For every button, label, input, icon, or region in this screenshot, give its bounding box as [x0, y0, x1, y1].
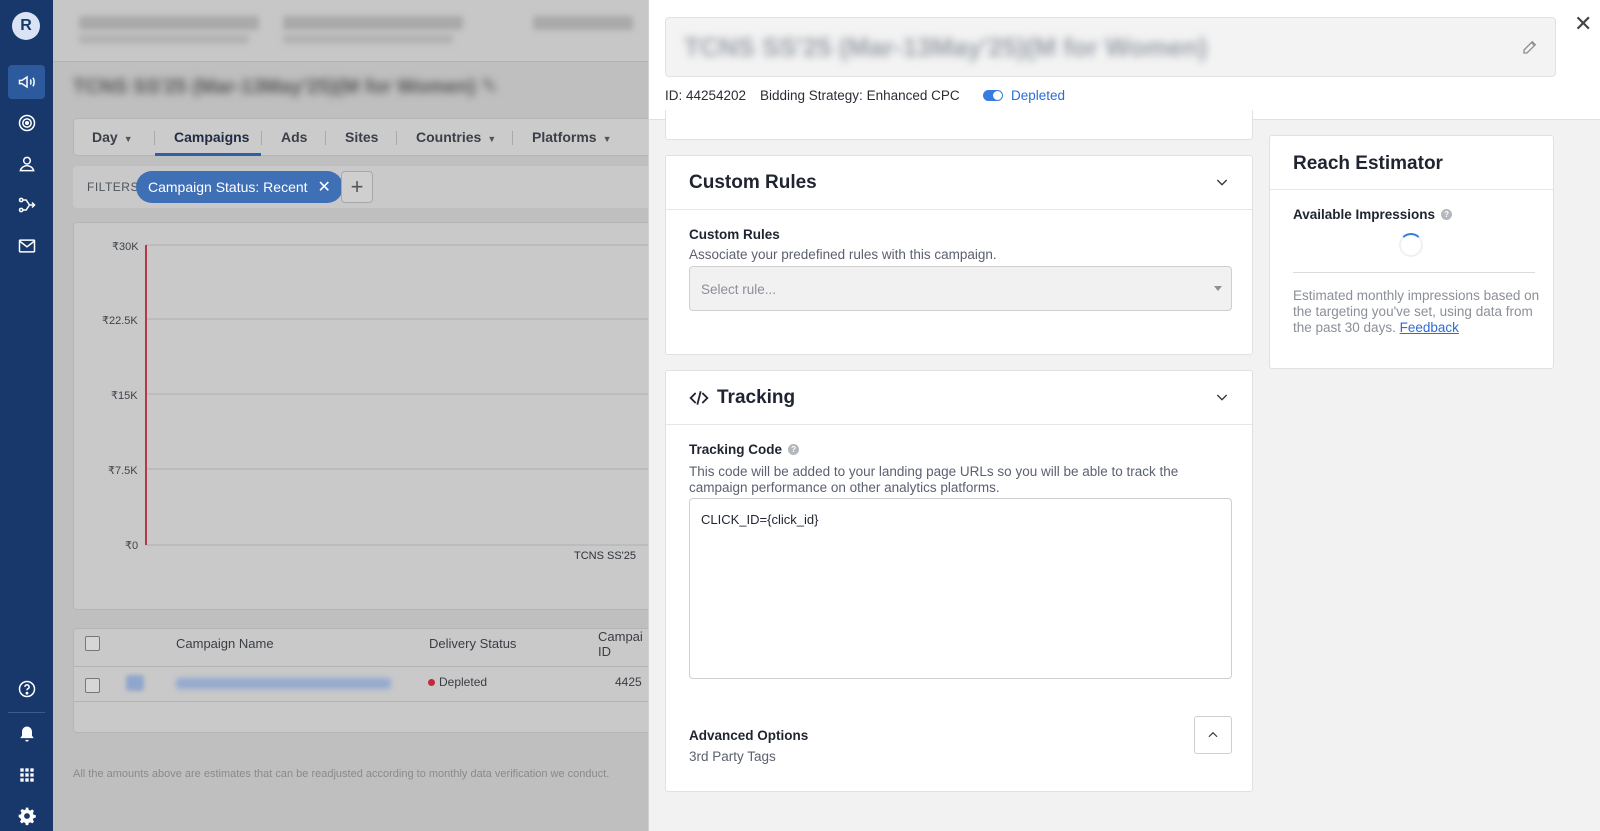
campaign-title-blurred: TCNS SS'25 (Mar-13May'25)(M for Women) ✎	[73, 76, 498, 98]
feedback-link[interactable]: Feedback	[1400, 320, 1459, 335]
bidding-strategy: Bidding Strategy: Enhanced CPC	[760, 88, 960, 103]
close-icon[interactable]: ✕	[318, 177, 331, 197]
loading-spinner-icon	[1399, 233, 1423, 257]
left-nav: R ›	[0, 0, 62, 831]
pencil-icon[interactable]	[1521, 38, 1539, 56]
tab-countries[interactable]: Countries ▼	[416, 129, 496, 145]
campaign-table: Campaign Name Delivery Status Campai ID …	[73, 628, 648, 733]
logo[interactable]: R	[12, 12, 40, 40]
campaign-id: ID: 44254202	[665, 88, 747, 103]
campaign-id-cell: 4425	[615, 675, 642, 689]
tracking-header[interactable]: Tracking	[666, 371, 1252, 425]
custom-rules-header[interactable]: Custom Rules	[666, 156, 1252, 210]
close-drawer-button[interactable]: ✕	[1574, 11, 1592, 37]
tab-day[interactable]: Day ▼	[92, 129, 133, 145]
top-account-bar	[53, 0, 648, 62]
bell-icon[interactable]	[8, 717, 45, 751]
mail-icon[interactable]	[8, 229, 45, 263]
x-tick-label: TCNS SS'25	[574, 550, 637, 562]
help-icon[interactable]: ?	[788, 444, 800, 455]
column-header[interactable]: Campaign Name	[176, 636, 274, 651]
megaphone-icon[interactable]	[8, 65, 45, 99]
tracking-title: Tracking	[689, 387, 795, 409]
campaign-name-link-blurred[interactable]	[176, 678, 391, 689]
row-checkbox[interactable]	[85, 678, 100, 693]
reach-estimator-card: Reach Estimator Available Impressions ? …	[1269, 135, 1554, 369]
custom-rules-label: Custom Rules	[689, 227, 780, 242]
reach-divider	[1293, 272, 1535, 273]
rule-select[interactable]: Select rule...	[689, 266, 1232, 311]
grid-icon[interactable]	[8, 758, 45, 792]
report-tabs: Day ▼ Campaigns Ads Sites Countries ▼ Plat…	[73, 118, 648, 156]
custom-rules-title: Custom Rules	[689, 172, 817, 193]
split-icon[interactable]	[8, 188, 45, 222]
y-tick-label: ₹30K	[112, 241, 139, 253]
advanced-options-label: Advanced Options	[689, 728, 809, 743]
chevron-down-icon[interactable]	[1214, 389, 1230, 405]
target-icon[interactable]	[8, 106, 45, 140]
campaign-name-field[interactable]: TCNS SS'25 (Mar-13May'25)(M for Women)	[665, 17, 1556, 77]
column-header[interactable]: Delivery Status	[429, 636, 516, 651]
advanced-options-toggle[interactable]	[1194, 716, 1232, 754]
delivery-status: Depleted	[428, 675, 487, 689]
campaign-edit-drawer: TCNS SS'25 (Mar-13May'25)(M for Women) I…	[648, 0, 1600, 831]
nav-divider	[8, 712, 45, 713]
footnote: All the amounts above are estimates that…	[73, 768, 610, 780]
tracking-code-label: Tracking Code ?	[689, 442, 800, 457]
active-tab-indicator	[155, 153, 261, 156]
column-header[interactable]: Campai ID	[598, 629, 648, 659]
advanced-options-sub: 3rd Party Tags	[689, 749, 776, 764]
tab-campaigns[interactable]: Campaigns	[174, 129, 249, 145]
filter-bar: FILTERS Campaign Status: Recent ✕ +	[73, 166, 648, 208]
chevron-up-icon	[1208, 731, 1218, 738]
filters-label: FILTERS	[87, 180, 139, 194]
tracking-card: Tracking Tracking Code ? This code will …	[665, 370, 1253, 792]
tab-sites[interactable]: Sites	[345, 129, 378, 145]
campaign-status: Depleted	[1011, 88, 1066, 103]
custom-rules-card: Custom Rules Custom Rules Associate your…	[665, 155, 1253, 355]
reach-description: Estimated monthly impressions based on t…	[1293, 288, 1540, 335]
help-icon[interactable]	[8, 672, 45, 706]
custom-rules-help: Associate your predefined rules with thi…	[689, 247, 997, 262]
campaign-name-blurred: TCNS SS'25 (Mar-13May'25)(M for Women)	[684, 32, 1208, 62]
gear-icon[interactable]	[8, 799, 45, 831]
add-filter-button[interactable]: +	[341, 171, 373, 203]
chevron-down-icon[interactable]	[1214, 174, 1230, 190]
help-icon[interactable]: ?	[1441, 209, 1453, 220]
tab-ads[interactable]: Ads	[281, 129, 307, 145]
tab-platforms[interactable]: Platforms ▼	[532, 129, 612, 145]
select-all-checkbox[interactable]	[85, 636, 100, 651]
drawer-header: TCNS SS'25 (Mar-13May'25)(M for Women) I…	[649, 0, 1600, 120]
y-tick-label: ₹22.5K	[102, 315, 138, 327]
dropdown-arrow-icon	[1214, 286, 1222, 291]
tracking-code-textarea[interactable]: CLICK_ID={click_id}	[689, 498, 1232, 679]
y-tick-label: ₹7.5K	[108, 465, 138, 477]
y-tick-label: ₹0	[125, 540, 139, 552]
code-icon	[689, 391, 709, 405]
tracking-code-help: This code will be added to your landing …	[689, 464, 1179, 495]
background-page: TCNS SS'25 (Mar-13May'25)(M for Women) ✎…	[53, 0, 648, 831]
status-toggle[interactable]	[983, 90, 1003, 101]
reach-estimator-title: Reach Estimator	[1293, 153, 1443, 174]
spend-chart: ₹30K ₹22.5K ₹15K ₹7.5K ₹0 TCNS SS'25	[73, 222, 648, 610]
chart-svg	[145, 244, 648, 546]
available-impressions-label: Available Impressions ?	[1293, 207, 1453, 222]
y-tick-label: ₹15K	[111, 390, 138, 402]
filter-chip-campaign-status[interactable]: Campaign Status: Recent ✕	[136, 171, 343, 203]
previous-card-remnant	[665, 110, 1253, 140]
user-icon[interactable]	[8, 147, 45, 181]
reach-estimator-header: Reach Estimator	[1270, 136, 1553, 190]
